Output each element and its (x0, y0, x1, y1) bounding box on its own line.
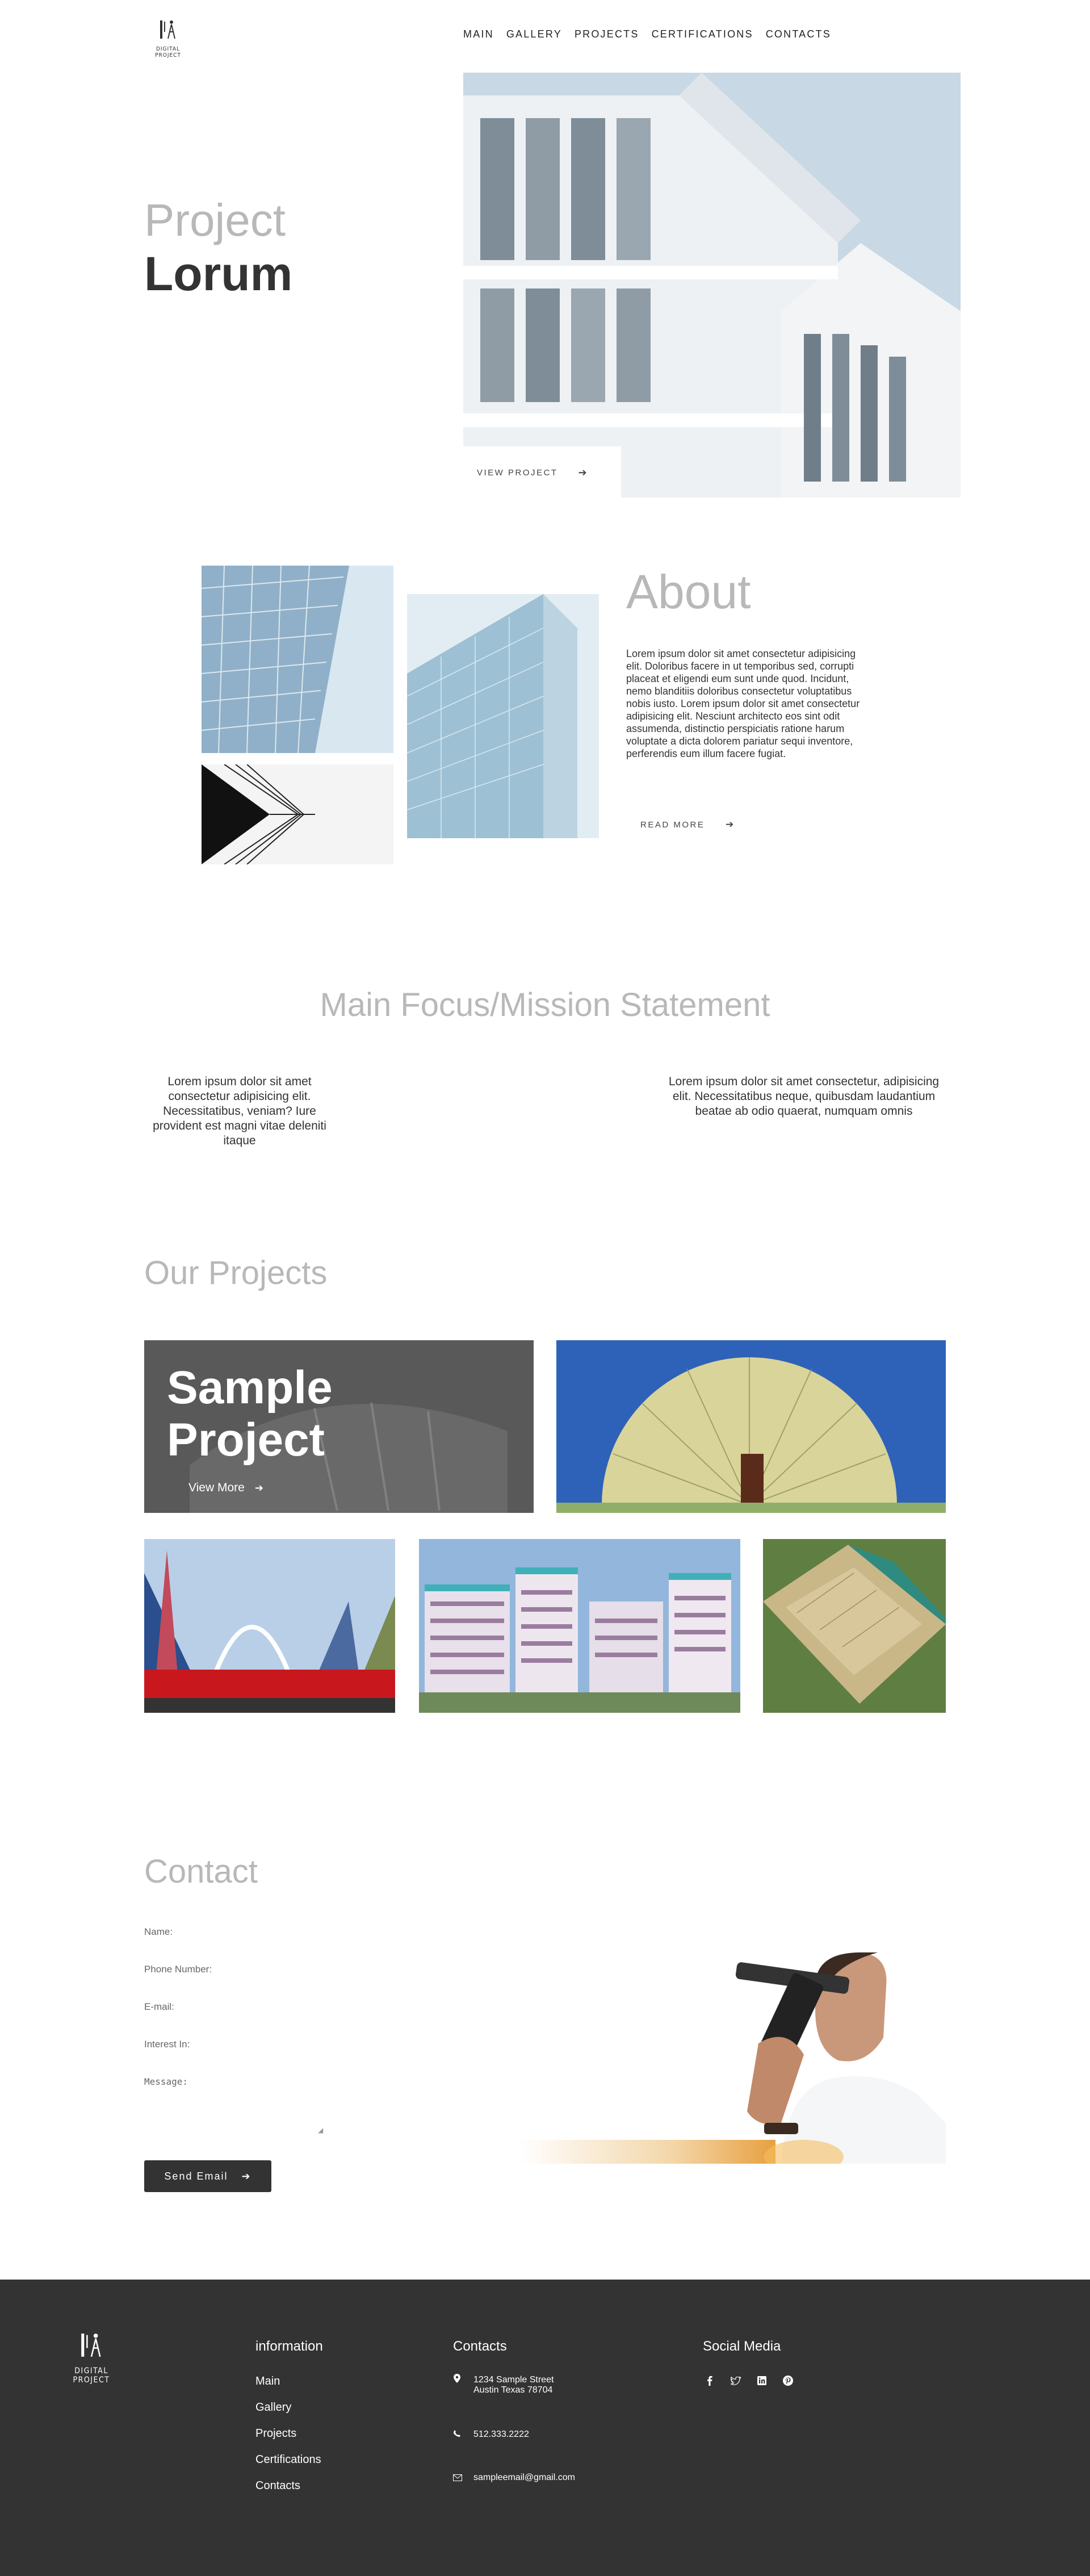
nav-contacts[interactable]: CONTACTS (766, 28, 831, 40)
phone-label: Phone Number: (144, 1964, 212, 1975)
footer-logo[interactable]: DIGITAL PROJECT (54, 2332, 128, 2385)
about-text: Lorem ipsum dolor sit amet consectetur a… (626, 648, 860, 759)
footer-contacts-heading: Contacts (453, 2339, 507, 2354)
social-links (703, 2374, 795, 2387)
mission-title: Main Focus/Mission Statement (320, 986, 770, 1023)
arrow-right-icon: ➔ (254, 1482, 263, 1494)
email-label: E-mail: (144, 2001, 174, 2012)
arrow-right-icon: ➔ (578, 466, 589, 478)
footer-link-gallery[interactable]: Gallery (255, 2401, 291, 2414)
about-image-glass-tower (407, 594, 599, 838)
contact-man-phone-image (520, 1952, 946, 2164)
hero-building-image (463, 73, 961, 497)
footer-address: 1234 Sample Street Austin Texas 78704 (473, 2375, 554, 2395)
view-project-label: VIEW PROJECT (477, 467, 558, 478)
address-line-2: Austin Texas 78704 (473, 2385, 553, 2395)
contact-title: Contact (144, 1853, 258, 1890)
about-image-glass-facade (202, 566, 393, 753)
footer-social-heading: Social Media (703, 2339, 781, 2354)
read-more-button[interactable]: READ MORE ➔ (640, 819, 735, 830)
footer-link-projects[interactable]: Projects (255, 2427, 296, 2440)
project-card-arches[interactable] (144, 1539, 395, 1713)
phone-field[interactable]: Phone Number: (144, 1964, 326, 1975)
mission-text-right: Lorem ipsum dolor sit amet consectetur, … (668, 1075, 940, 1118)
nav-gallery[interactable]: GALLERY (506, 28, 562, 40)
phone-icon (453, 2429, 461, 2439)
nav-main[interactable]: MAIN (463, 28, 494, 40)
footer-phone[interactable]: 512.333.2222 (473, 2429, 529, 2440)
name-label: Name: (144, 1926, 173, 1937)
footer-email[interactable]: sampleemail@gmail.com (473, 2473, 575, 2483)
project-card-apartments[interactable] (419, 1539, 740, 1713)
send-email-label: Send Email (164, 2170, 228, 2182)
logo-mark-icon (81, 2334, 101, 2357)
footer-link-contacts[interactable]: Contacts (255, 2479, 300, 2493)
footer-info-heading: information (255, 2339, 323, 2354)
address-line-1: 1234 Sample Street (473, 2375, 554, 2385)
sample-project-title: Sample Project (167, 1362, 333, 1466)
linkedin-icon[interactable] (755, 2374, 769, 2387)
textarea-resize-handle-icon[interactable]: ◢ (318, 2126, 323, 2134)
footer-link-certifications[interactable]: Certifications (255, 2453, 321, 2466)
message-label: Message: (144, 2076, 188, 2087)
project-card-sample[interactable]: Sample Project View More ➔ (144, 1340, 534, 1513)
email-field[interactable]: E-mail: (144, 2001, 326, 2013)
name-field[interactable]: Name: (144, 1926, 326, 1938)
interest-field[interactable]: Interest In: (144, 2039, 326, 2050)
logo-mark-icon (160, 20, 175, 39)
about-image-lines-abstract (202, 764, 393, 864)
projects-title: Our Projects (144, 1254, 328, 1291)
logo-text: DIGITAL PROJECT (155, 46, 181, 58)
project-card-dome[interactable] (556, 1340, 946, 1513)
footer-link-main[interactable]: Main (255, 2375, 280, 2388)
project-card-aerial[interactable] (763, 1539, 946, 1713)
nav-certifications[interactable]: CERTIFICATIONS (652, 28, 753, 40)
interest-label: Interest In: (144, 2039, 190, 2050)
view-more-link[interactable]: View More ➔ (188, 1481, 263, 1495)
twitter-icon[interactable] (729, 2374, 743, 2387)
view-project-button[interactable]: VIEW PROJECT ➔ (463, 446, 621, 499)
message-textarea[interactable]: Message: (144, 2076, 326, 2133)
footer (0, 2280, 1090, 2576)
read-more-label: READ MORE (640, 820, 705, 830)
pinterest-icon[interactable] (781, 2374, 795, 2387)
envelope-icon (453, 2474, 462, 2483)
about-title: About (626, 565, 751, 618)
mission-text-left: Lorem ipsum dolor sit amet consectetur a… (153, 1075, 326, 1147)
nav-projects[interactable]: PROJECTS (575, 28, 639, 40)
hero-title-light: Project (144, 195, 286, 245)
facebook-icon[interactable] (703, 2374, 716, 2387)
footer-logo-text: DIGITAL PROJECT (73, 2366, 110, 2385)
main-nav: MAIN GALLERY PROJECTS CERTIFICATIONS CON… (463, 28, 844, 40)
arrow-right-icon: ➔ (726, 819, 735, 830)
arrow-right-icon: ➔ (241, 2170, 251, 2182)
location-pin-icon (453, 2374, 461, 2385)
hero-title-bold: Lorum (144, 247, 293, 300)
site-logo[interactable]: DIGITAL PROJECT (144, 19, 192, 58)
send-email-button[interactable]: Send Email ➔ (144, 2160, 271, 2192)
